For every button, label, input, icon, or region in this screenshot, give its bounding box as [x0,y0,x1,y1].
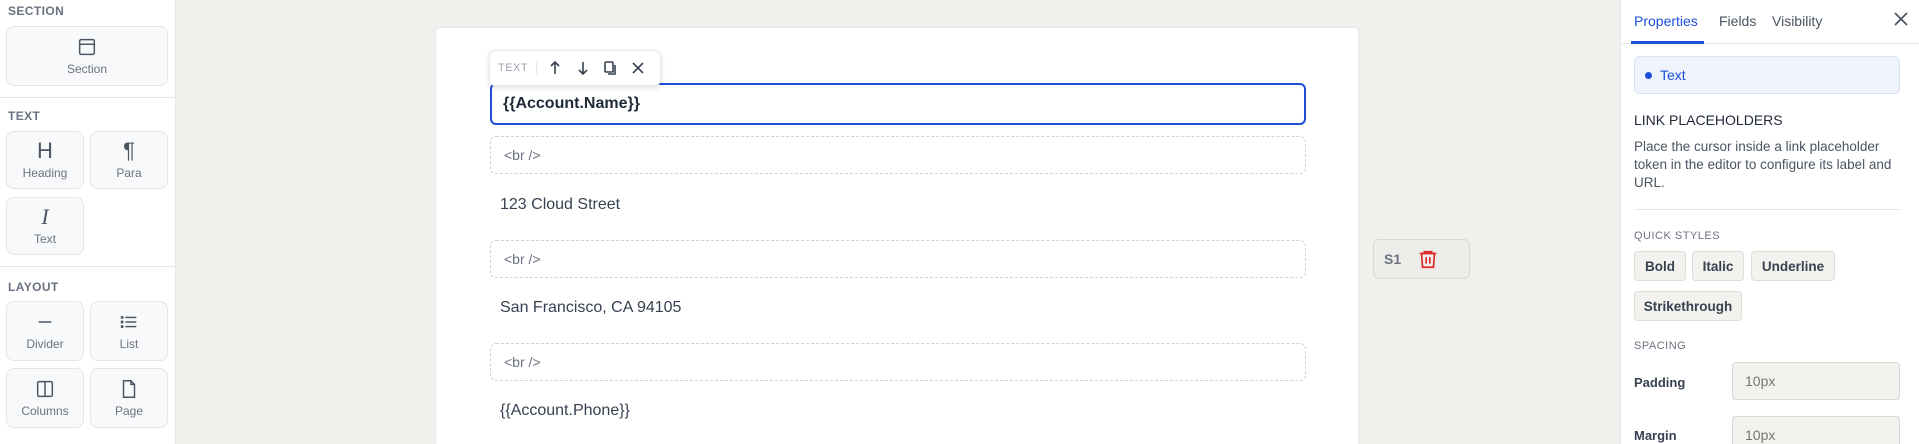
quick-styles-heading: QUICK STYLES [1634,230,1721,242]
palette-divider [0,266,175,267]
paragraph-icon: ¶ [123,138,135,163]
text-block[interactable]: 123 Cloud Street [490,196,1306,214]
link-placeholders-description: Place the cursor inside a link placehold… [1634,139,1892,190]
tab-visibility[interactable]: Visibility [1772,13,1822,29]
tab-properties[interactable]: Properties [1634,13,1698,29]
line-break-block[interactable]: <br /> [490,343,1306,381]
close-icon [632,62,644,74]
list-icon [120,315,137,329]
palette-item-label: Page [114,404,144,418]
panel-tabs: Properties Fields Visibility [1621,0,1919,44]
section-id: S1 [1384,251,1402,267]
palette-layout-heading: LAYOUT [8,280,59,294]
margin-input[interactable] [1732,416,1900,444]
document-page: {{Account.Name}} <br /> 123 Cloud Street… [435,27,1359,444]
active-tab-indicator [1631,41,1704,44]
line-break-block[interactable]: <br /> [490,240,1306,278]
arrow-down-icon [578,62,588,76]
section-chip: S1 [1373,239,1470,279]
remove-block-button[interactable] [624,54,652,82]
palette-item-divider[interactable]: Divider [6,301,84,361]
palette-item-label: Text [33,232,56,246]
toolbar-type-label: TEXT [498,62,538,74]
component-palette: SECTION Section TEXT H Heading ¶ Para I … [0,0,176,444]
section-icon [78,38,96,56]
palette-item-label: List [119,337,139,351]
palette-item-page[interactable]: Page [90,368,168,428]
palette-item-text[interactable]: I Text [6,197,84,255]
palette-item-label: Section [66,62,108,76]
palette-divider [0,97,175,98]
line-break-block[interactable]: <br /> [490,136,1306,174]
palette-item-section[interactable]: Section [6,26,168,86]
arrow-up-icon [550,60,560,74]
close-panel-button[interactable] [1892,10,1914,32]
margin-label: Margin [1634,428,1677,443]
palette-item-label: Heading [22,166,68,180]
heading-icon: H [37,138,53,163]
columns-icon [36,380,54,398]
move-up-button[interactable] [541,54,569,82]
selected-element: Text [1634,56,1900,94]
block-toolbar: TEXT [489,50,661,86]
properties-panel: Properties Fields Visibility Text LINK P… [1620,0,1919,444]
page-icon [122,380,136,398]
spacing-heading: SPACING [1634,340,1687,352]
palette-text-heading: TEXT [8,109,41,123]
palette-section-heading: SECTION [8,4,65,18]
link-placeholders-heading: LINK PLACEHOLDERS [1634,112,1783,128]
palette-item-columns[interactable]: Columns [6,368,84,428]
bold-button[interactable]: Bold [1634,251,1686,281]
text-block[interactable]: San Francisco, CA 94105 [490,299,1306,317]
palette-item-heading[interactable]: H Heading [6,131,84,189]
close-icon [1894,12,1908,26]
panel-divider [1634,209,1900,210]
duplicate-button[interactable] [597,54,625,82]
text-block[interactable]: {{Account.Phone}} [490,402,1306,420]
copy-icon [604,61,617,75]
padding-input[interactable] [1732,362,1900,400]
strikethrough-button[interactable]: Strikethrough [1634,291,1742,321]
palette-item-label: Para [116,166,142,180]
divider-icon [38,321,52,323]
palette-item-label: Columns [21,404,69,418]
selected-dot-icon [1645,71,1652,79]
text-block-selected[interactable]: {{Account.Name}} [490,83,1306,125]
italic-button[interactable]: Italic [1692,251,1744,281]
text-icon: I [41,204,49,229]
palette-item-label: Divider [26,337,64,351]
tab-fields[interactable]: Fields [1719,13,1756,29]
trash-icon[interactable] [1417,248,1439,270]
palette-item-para[interactable]: ¶ Para [90,131,168,189]
palette-item-list[interactable]: List [90,301,168,361]
underline-button[interactable]: Underline [1751,251,1835,281]
move-down-button[interactable] [569,54,597,82]
selected-element-type: Text [1660,67,1686,83]
padding-label: Padding [1634,375,1686,390]
